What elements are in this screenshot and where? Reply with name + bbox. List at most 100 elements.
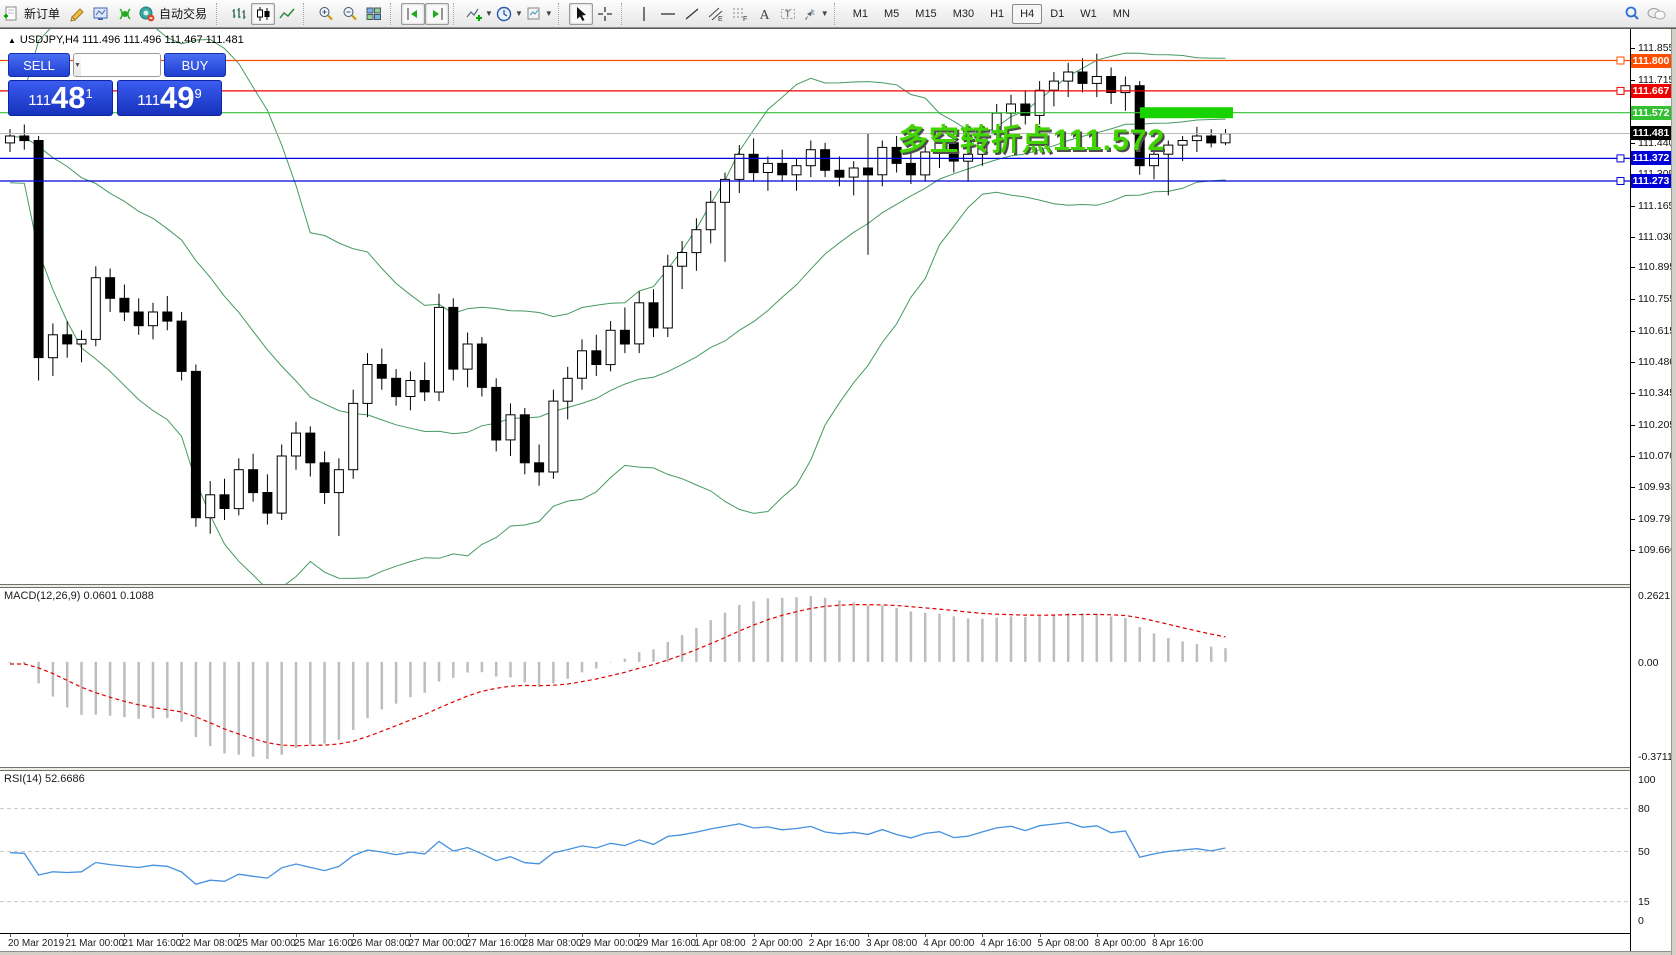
timeframe-m1-button[interactable]: M1 [845, 4, 876, 24]
trendline-button[interactable] [680, 3, 704, 25]
buy-price-block[interactable]: 111499 [117, 80, 222, 116]
chart-title-text: USDJPY,H4 111.496 111.496 111.467 111.48… [20, 34, 244, 46]
new-order-button[interactable]: 新订单 [2, 3, 65, 25]
rsi-axis-label: 15 [1638, 896, 1650, 908]
zoom-out-button[interactable] [338, 3, 362, 25]
community-button[interactable] [1644, 3, 1668, 25]
timeframe-h1-button[interactable]: H1 [982, 4, 1012, 24]
time-tick [410, 934, 411, 937]
volume-input[interactable] [81, 54, 161, 76]
timeframe-m5-button[interactable]: M5 [876, 4, 907, 24]
chevron-down-icon: ▼ [485, 9, 493, 18]
time-tick [1097, 934, 1098, 937]
chart-text-annotation[interactable]: 多空转折点111.572 [898, 115, 1165, 159]
zoom-in-button[interactable] [314, 3, 338, 25]
collapse-arrow-icon[interactable]: ▲ [8, 36, 16, 45]
one-click-trading-panel: SELL ▼ ▲ BUY 111481 111499 [8, 53, 226, 116]
line-chart-button[interactable] [275, 3, 299, 25]
timeframe-m15-button[interactable]: M15 [907, 4, 944, 24]
toolbar-separator [216, 3, 224, 25]
time-tick [239, 934, 240, 937]
time-label: 26 Mar 08:00 [351, 938, 410, 949]
rsi-label: RSI(14) 52.6686 [4, 773, 85, 785]
equidistant-channel-button[interactable]: E [704, 3, 728, 25]
signals-button[interactable] [113, 3, 137, 25]
auto-scroll-button[interactable] [425, 3, 449, 25]
crosshair-button[interactable] [593, 3, 617, 25]
price-badge: 111.667 [1631, 84, 1671, 98]
chart-window: ▲ USDJPY,H4 111.496 111.496 111.467 111.4… [0, 28, 1676, 955]
timeframe-d1-button[interactable]: D1 [1042, 4, 1072, 24]
time-tick [982, 934, 983, 937]
time-label: 29 Mar 16:00 [637, 938, 696, 949]
candlestick-chart [0, 29, 1630, 584]
price-badge: 111.572 [1631, 106, 1671, 120]
time-label: 5 Apr 08:00 [1038, 938, 1089, 949]
time-label: 1 Apr 08:00 [694, 938, 745, 949]
price-badge: 111.273 [1631, 174, 1671, 188]
sell-price-prefix: 111 [28, 88, 51, 114]
time-tick [754, 934, 755, 937]
vertical-line-button[interactable] [632, 3, 656, 25]
current-price-badge: 111.481 [1631, 126, 1671, 140]
buy-price-sup: 9 [195, 87, 202, 100]
toolbar: 新订单自动交易▼▼▼EFAT▼M1M5M15M30H1H4D1W1MN [0, 0, 1676, 28]
shift-chart-button[interactable] [401, 3, 425, 25]
price-tick [1631, 456, 1635, 457]
toolbar-separator [390, 3, 398, 25]
macd-axis-label: 0.00 [1638, 657, 1658, 669]
timeframe-mn-button[interactable]: MN [1105, 4, 1138, 24]
price-tick-label: 111.855 [1638, 42, 1674, 54]
search-button[interactable] [1620, 3, 1644, 25]
price-tick [1631, 331, 1635, 332]
price-tick [1631, 267, 1635, 268]
price-tick [1631, 519, 1635, 520]
text-button[interactable]: A [752, 3, 776, 25]
horizontal-line-button[interactable] [656, 3, 680, 25]
rsi-axis-label: 80 [1638, 803, 1650, 815]
periods-button[interactable]: ▼ [494, 3, 524, 25]
price-tick [1631, 425, 1635, 426]
metaeditor-button[interactable] [65, 3, 89, 25]
time-tick [811, 934, 812, 937]
price-tick [1631, 393, 1635, 394]
text-label-button[interactable]: T [776, 3, 800, 25]
tile-windows-button[interactable] [362, 3, 386, 25]
sell-button[interactable]: SELL [8, 53, 70, 77]
time-tick [925, 934, 926, 937]
profiles-button[interactable] [89, 3, 113, 25]
volume-decrease-button[interactable]: ▼ [74, 54, 81, 76]
main-chart-pane: ▲ USDJPY,H4 111.496 111.496 111.467 111.4… [0, 29, 1630, 584]
autotrading-button[interactable]: 自动交易 [137, 3, 212, 25]
fibonacci-button[interactable]: F [728, 3, 752, 25]
macd-axis-label: 0.2621 [1638, 590, 1670, 602]
buy-button[interactable]: BUY [164, 53, 226, 77]
price-tick [1631, 487, 1635, 488]
timeframe-h4-button[interactable]: H4 [1012, 4, 1042, 24]
cursor-button[interactable] [569, 3, 593, 25]
timeframe-m30-button[interactable]: M30 [945, 4, 982, 24]
time-tick [696, 934, 697, 937]
indicators-button[interactable]: ▼ [464, 3, 494, 25]
price-tick [1631, 299, 1635, 300]
time-tick [868, 934, 869, 937]
time-label: 3 Apr 08:00 [866, 938, 917, 949]
time-tick [1154, 934, 1155, 937]
mt4-window: 新订单自动交易▼▼▼EFAT▼M1M5M15M30H1H4D1W1MN ▲USD… [0, 0, 1676, 955]
arrows-button[interactable]: ▼ [800, 3, 830, 25]
candlestick-chart-button[interactable] [251, 3, 275, 25]
time-label: 25 Mar 16:00 [294, 938, 353, 949]
macd-pane: MACD(12,26,9) 0.0601 0.1088 [0, 588, 1630, 767]
timeframe-w1-button[interactable]: W1 [1072, 4, 1105, 24]
svg-text:F: F [743, 16, 747, 23]
price-tick [1631, 362, 1635, 363]
rsi-axis-label: 0 [1638, 915, 1644, 927]
time-label: 22 Mar 08:00 [180, 938, 239, 949]
sell-price-block[interactable]: 111481 [8, 80, 113, 116]
bar-chart-button[interactable] [227, 3, 251, 25]
price-tick [1631, 80, 1635, 81]
time-tick [639, 934, 640, 937]
templates-button[interactable]: ▼ [524, 3, 554, 25]
toolbar-separator [621, 3, 629, 25]
time-tick [525, 934, 526, 937]
